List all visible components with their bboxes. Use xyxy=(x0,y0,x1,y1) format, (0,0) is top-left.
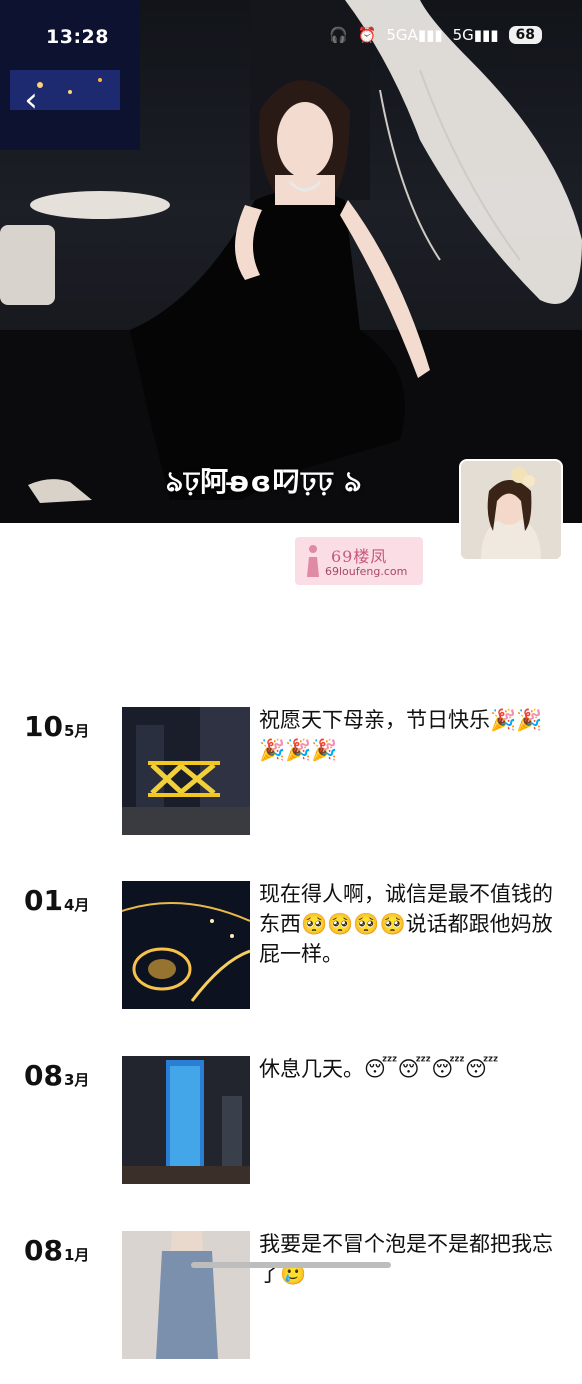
watermark-badge: 69楼凤 69loufeng.com xyxy=(295,537,423,585)
post-text: 我要是不冒个泡是不是都把我忘了🥲 xyxy=(259,1232,553,1286)
status-time: 13:28 xyxy=(46,26,109,48)
post-day: 08 xyxy=(24,1234,63,1267)
post-day: 08 xyxy=(24,1059,63,1092)
post-text: 现在得人啊，诚信是最不值钱的东西🥺🥺🥺🥺说话都跟他妈放屁一样。 xyxy=(259,882,553,966)
battery-indicator: 68 xyxy=(508,26,542,44)
post-date: 083月 xyxy=(24,1059,89,1092)
signal-label: 5G xyxy=(452,26,474,44)
post-month: 4月 xyxy=(63,896,90,914)
post-date: 105月 xyxy=(24,710,89,743)
post-image xyxy=(122,881,250,1009)
signal-5g-icon: 5G▮▮▮ xyxy=(452,26,499,44)
post-month: 5月 xyxy=(63,722,90,740)
status-bar: 13:28 🎧 ⏰ 5GA▮▮▮ 5G▮▮▮ 68 xyxy=(0,0,582,80)
post-thumbnail[interactable] xyxy=(122,1231,250,1359)
figure-icon xyxy=(307,545,319,577)
status-icons: 🎧 ⏰ 5GA▮▮▮ 5G▮▮▮ 68 xyxy=(329,26,542,44)
signal-label: 5GA xyxy=(386,26,418,44)
avatar[interactable] xyxy=(459,459,563,561)
post-item[interactable]: 081月 我要是不冒个泡是不是都把我忘了🥲 xyxy=(0,1224,582,1384)
post-day: 10 xyxy=(24,710,63,743)
home-indicator[interactable] xyxy=(191,1262,391,1268)
post-image xyxy=(122,1231,250,1359)
back-button[interactable]: ‹ xyxy=(14,78,48,122)
chevron-left-icon: ‹ xyxy=(24,80,38,120)
headphones-icon: 🎧 xyxy=(329,26,348,44)
post-day: 01 xyxy=(24,884,63,917)
post-text: 祝愿天下母亲，节日快乐🎉🎉🎉🎉🎉 xyxy=(259,708,543,762)
post-image xyxy=(122,1056,250,1184)
post-date: 081月 xyxy=(24,1234,89,1267)
signal-5g-icon: 5GA▮▮▮ xyxy=(386,26,443,44)
post-thumbnail[interactable] xyxy=(122,1056,250,1184)
post-text: 休息几天。😴😴😴😴 xyxy=(259,1057,499,1081)
post-item[interactable]: 014月 现在得人啊，诚信是最不值钱的东西🥺🥺🥺🥺说话都跟他妈放屁一样。 xyxy=(0,874,582,1034)
avatar-image xyxy=(461,461,561,559)
post-thumbnail[interactable] xyxy=(122,707,250,835)
post-item[interactable]: 105月 祝愿天下母亲，节日快乐🎉🎉🎉🎉🎉 xyxy=(0,700,582,860)
post-month: 3月 xyxy=(63,1071,90,1089)
profile-nickname: ঌ⁠ঢ়阿ʚ̶ɞ叼ঢ়ঢ় ঌ xyxy=(166,465,363,498)
post-date: 014月 xyxy=(24,884,89,917)
watermark-url: 69loufeng.com xyxy=(325,565,408,578)
post-thumbnail[interactable] xyxy=(122,881,250,1009)
post-item[interactable]: 083月 休息几天。😴😴😴😴 xyxy=(0,1049,582,1209)
post-image xyxy=(122,707,250,835)
post-month: 1月 xyxy=(63,1246,90,1264)
watermark-title: 69楼凤 xyxy=(331,547,388,566)
alarm-icon: ⏰ xyxy=(357,26,377,44)
